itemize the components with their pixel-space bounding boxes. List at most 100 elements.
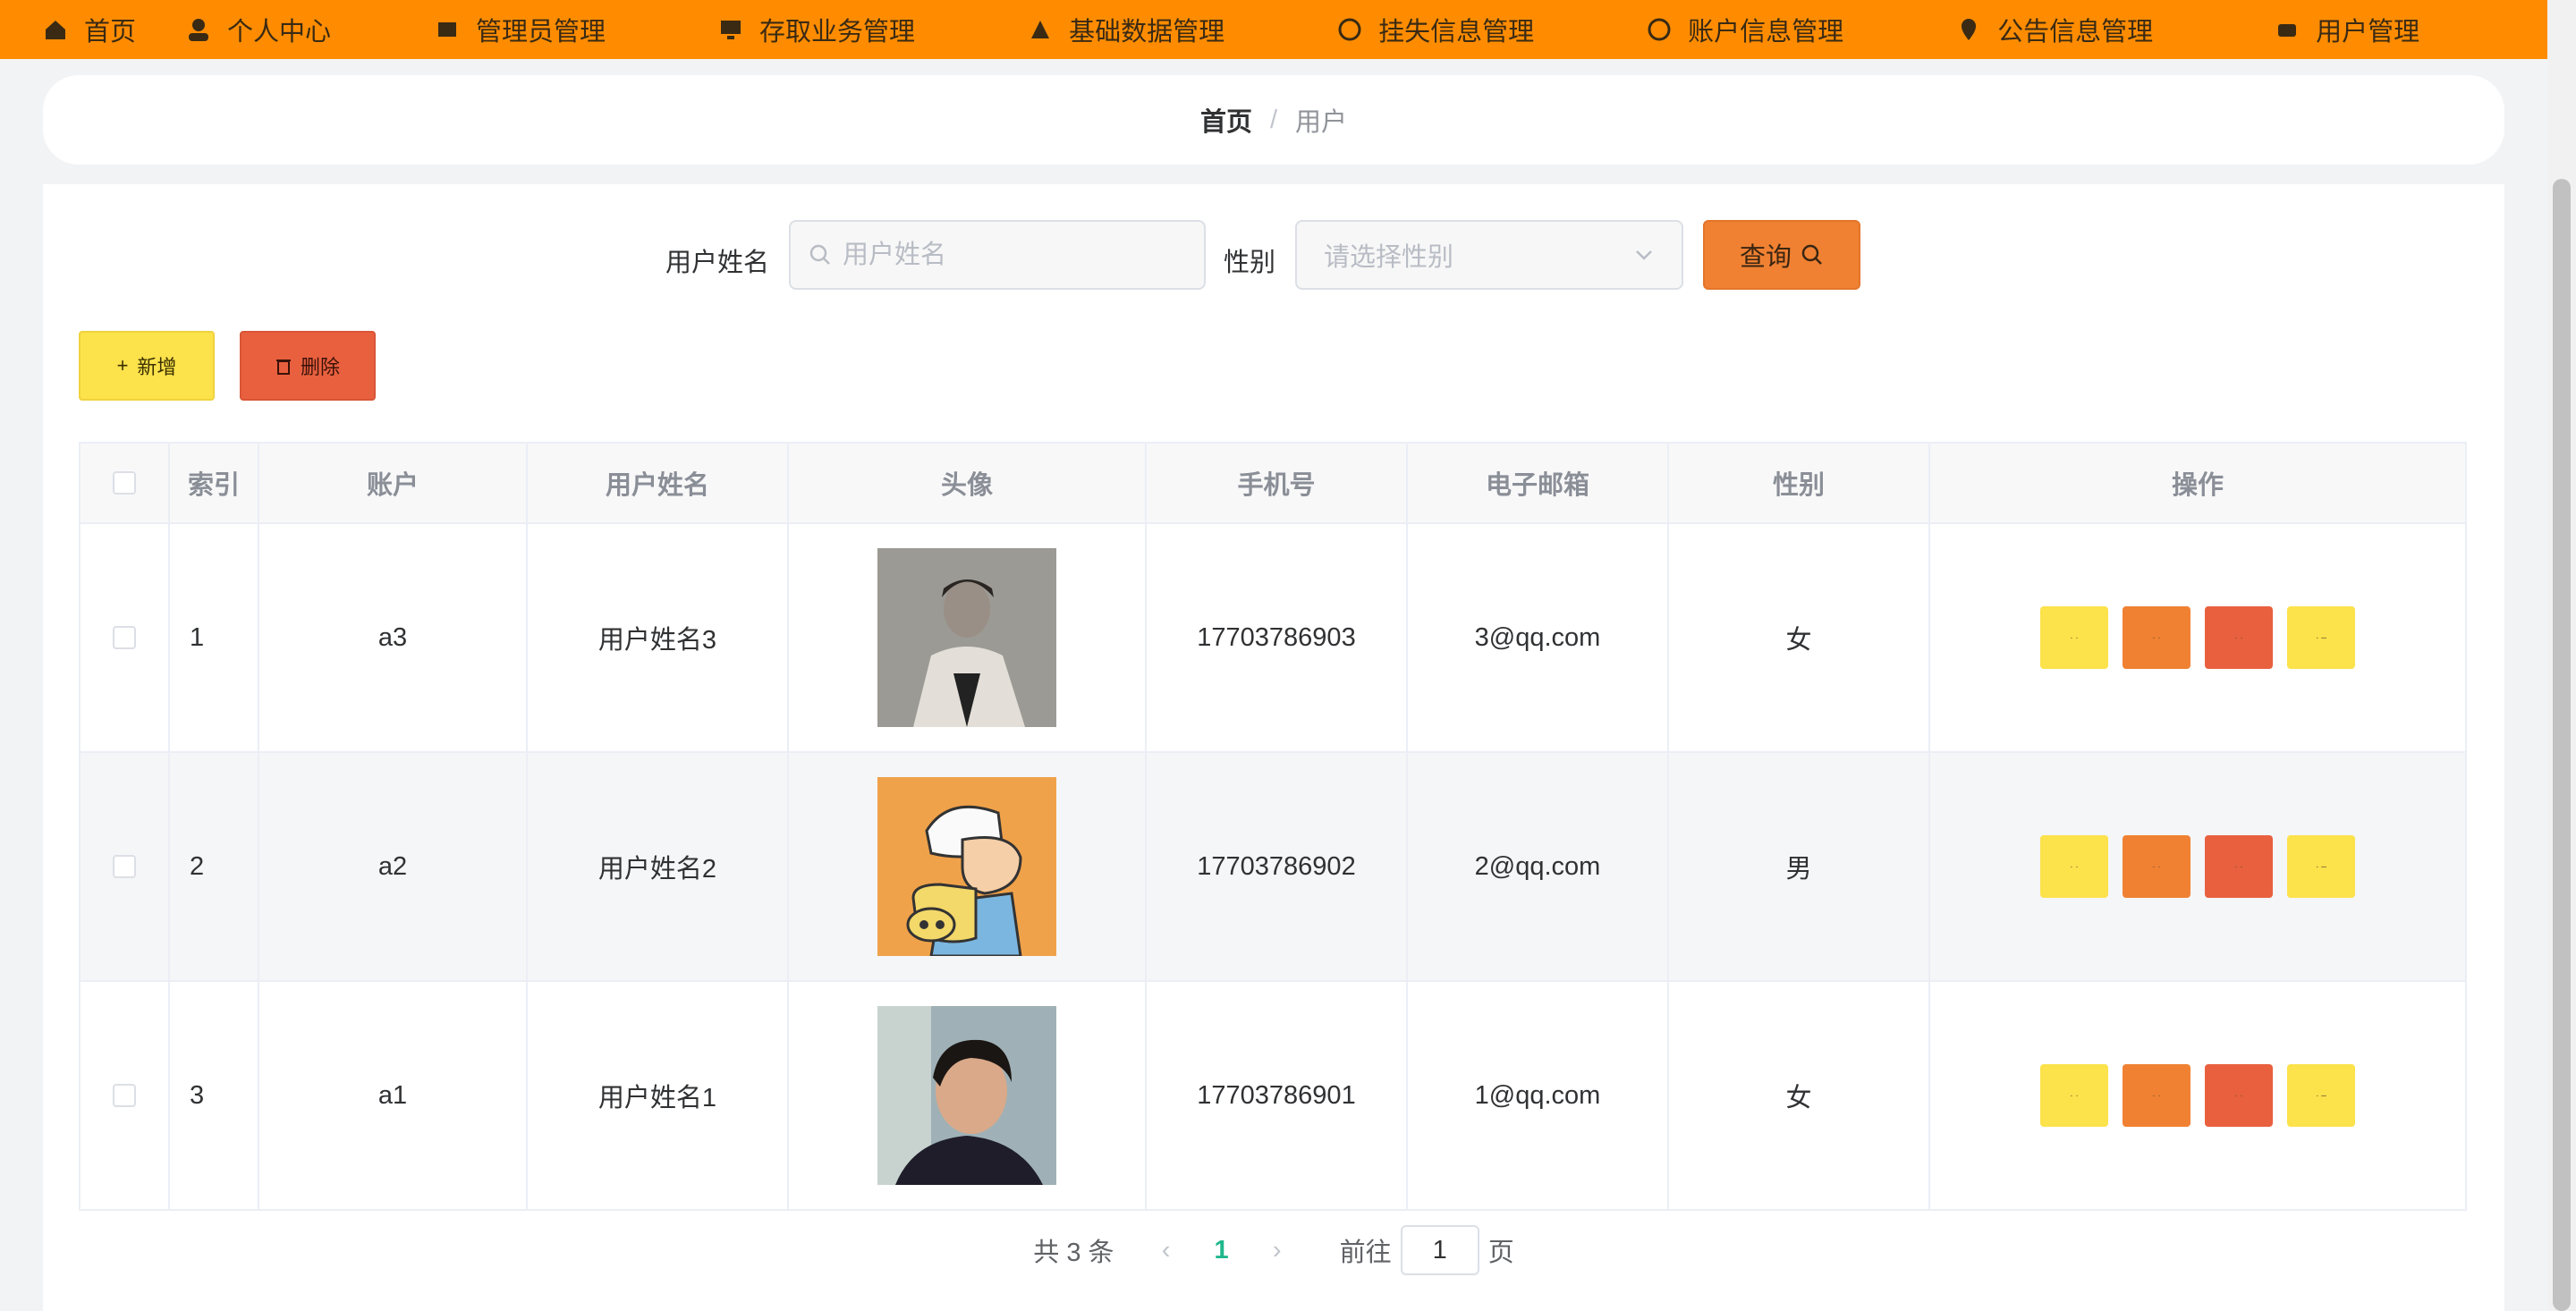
breadcrumb-current: 用户 [1295,108,1348,137]
row-select-cell [80,982,170,1209]
account-icon [1647,17,1672,42]
avatar [877,1006,1056,1185]
query-label: 查询 [1739,243,1792,272]
cell-avatar [789,753,1147,980]
table-row: 1 a3 用户姓名3 17703786903 3@qq.com 女 · · · … [80,524,2465,753]
add-label: 新增 [137,356,177,378]
nav-item-label: 挂失信息管理 [1378,18,1535,47]
detail-button[interactable]: · · [2040,835,2108,898]
cell-account: a3 [259,524,528,751]
monitor-icon [718,17,743,42]
nav-item-label: 账户信息管理 [1688,18,1844,47]
reset-button[interactable]: · – [2287,835,2355,898]
edit-button[interactable]: · · [2123,1064,2190,1127]
nav-item-notice[interactable]: 公告信息管理 [1931,0,2178,59]
header-name: 用户姓名 [528,444,789,522]
gender-label: 性别 [1224,249,1276,277]
trash-icon [275,357,292,375]
nav-item-loss-report[interactable]: 挂失信息管理 [1312,0,1559,59]
query-button[interactable]: 查询 [1703,220,1860,290]
search-icon [1801,243,1824,266]
row-checkbox[interactable] [113,626,136,649]
nav-item-admin[interactable]: 管理员管理 [410,0,631,59]
delete-button[interactable]: 删除 [240,331,376,401]
nav-item-home[interactable]: 首页 [18,0,161,59]
edit-button[interactable]: · · [2123,835,2190,898]
reset-button[interactable]: · – [2287,1064,2355,1127]
scrollbar-thumb[interactable] [2553,179,2571,1311]
breadcrumb-separator: / [1269,105,1278,134]
cell-email: 1@qq.com [1408,982,1669,1209]
gender-select[interactable]: 请选择性别 [1295,220,1683,290]
goto-label: 前往 [1339,1239,1392,1267]
cell-account: a2 [259,753,528,980]
cell-actions: · · · · · · · – [1930,982,2465,1209]
top-nav: 首页 个人中心 管理员管理 存取业务管理 基础数据管理 挂失信息管理 账户信息管… [0,0,2547,113]
cell-gender: 男 [1669,753,1930,980]
cell-actions: · · · · · · · – [1930,524,2465,751]
nav-item-base-data[interactable]: 基础数据管理 [1003,0,1250,59]
plus-icon: + [116,354,129,376]
detail-button[interactable]: · · [2040,1064,2108,1127]
cell-name: 用户姓名2 [528,753,789,980]
avatar [877,777,1056,956]
chevron-left-icon[interactable]: ‹ [1148,1236,1184,1265]
nav-item-label: 首页 [84,18,137,47]
header-index: 索引 [170,444,259,522]
cell-gender: 女 [1669,982,1930,1209]
cell-avatar [789,982,1147,1209]
detail-button[interactable]: · · [2040,606,2108,669]
main-panel: 用户姓名 性别 请选择性别 查询 + 新增 删除 [43,184,2504,1311]
cell-phone: 17703786903 [1147,524,1408,751]
cell-email: 2@qq.com [1408,753,1669,980]
name-input-field[interactable] [841,239,1204,271]
row-checkbox[interactable] [113,855,136,878]
select-all-checkbox[interactable] [113,471,136,495]
row-select-cell [80,753,170,980]
header-account: 账户 [259,444,528,522]
breadcrumb: 首页 / 用户 [43,75,2504,165]
add-button[interactable]: + 新增 [79,331,215,401]
edit-button[interactable]: · · [2123,606,2190,669]
cell-avatar [789,524,1147,751]
name-search-input[interactable] [789,220,1206,290]
clock-icon [1337,17,1362,42]
nav-item-account-info[interactable]: 账户信息管理 [1622,0,1868,59]
reset-button[interactable]: · – [2287,606,2355,669]
cell-email: 3@qq.com [1408,524,1669,751]
search-form: 用户姓名 性别 请选择性别 查询 [43,220,2504,292]
cell-account: a1 [259,982,528,1209]
goto-page-input[interactable]: 1 [1400,1225,1479,1275]
home-icon [43,17,68,42]
avatar [877,548,1056,727]
row-checkbox[interactable] [113,1084,136,1107]
data-icon [1028,17,1053,42]
cell-actions: · · · · · · · – [1930,753,2465,980]
row-select-cell [80,524,170,751]
user-table: 索引 账户 用户姓名 头像 手机号 电子邮箱 性别 操作 1 a3 用户姓名3 [79,442,2467,1211]
page-number[interactable]: 1 [1215,1236,1229,1265]
nav-item-label: 公告信息管理 [1997,18,2154,47]
name-label: 用户姓名 [665,249,770,277]
cell-phone: 17703786901 [1147,982,1408,1209]
row-delete-button[interactable]: · · [2205,835,2273,898]
pagination-total: 共 3 条 [1033,1239,1114,1267]
page-scrollbar[interactable] [2547,0,2576,1311]
row-delete-button[interactable]: · · [2205,606,2273,669]
chevron-down-icon [1633,244,1655,266]
nav-item-deposit[interactable]: 存取业务管理 [693,0,940,59]
cell-index: 2 [170,753,259,980]
chevron-right-icon[interactable]: › [1259,1236,1295,1265]
admin-icon [435,17,460,42]
cell-phone: 17703786902 [1147,753,1408,980]
nav-item-label: 管理员管理 [476,18,606,47]
breadcrumb-home[interactable]: 首页 [1200,101,1252,139]
nav-item-profile[interactable]: 个人中心 [161,0,356,59]
user-icon [186,17,211,42]
nav-item-users[interactable]: 用户管理 [2250,0,2445,113]
users-icon [2275,17,2300,42]
nav-item-label: 个人中心 [227,18,332,47]
nav-item-label: 基础数据管理 [1069,18,1225,47]
row-delete-button[interactable]: · · [2205,1064,2273,1127]
cell-index: 3 [170,982,259,1209]
